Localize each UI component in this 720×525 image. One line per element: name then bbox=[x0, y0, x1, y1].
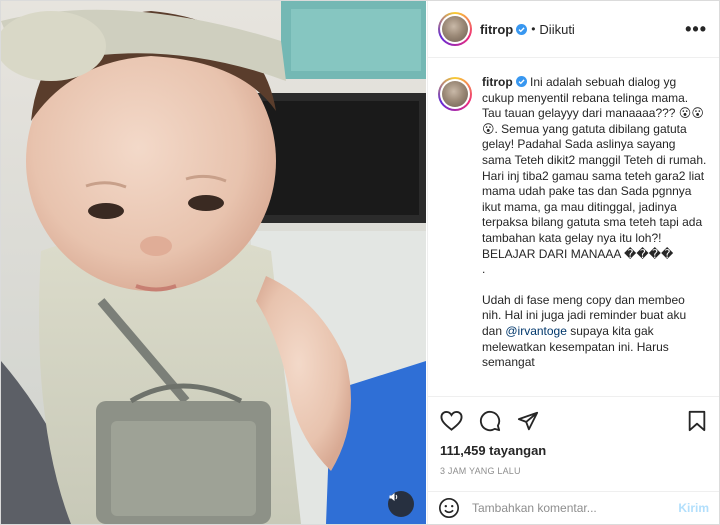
post-video[interactable] bbox=[1, 1, 426, 524]
share-icon bbox=[517, 411, 539, 431]
post-details-panel: fitrop • Diikuti ••• fitrop Ini adalah s… bbox=[427, 1, 719, 524]
comment-form: Kirim bbox=[428, 491, 719, 524]
post-header: fitrop • Diikuti ••• bbox=[428, 1, 719, 58]
sound-toggle-button[interactable] bbox=[388, 491, 414, 517]
action-icons bbox=[440, 409, 707, 433]
separator-dot: • bbox=[531, 22, 536, 36]
video-frame-illustration bbox=[1, 1, 426, 524]
share-button[interactable] bbox=[517, 410, 539, 432]
verified-icon bbox=[515, 76, 527, 87]
comment-button[interactable] bbox=[479, 410, 501, 432]
caption-username[interactable]: fitrop bbox=[482, 75, 513, 89]
action-bar: 111,459 tayangan 3 JAM YANG LALU bbox=[428, 396, 719, 491]
caption-paragraph-1: Ini adalah sebuah dialog yg cukup menyen… bbox=[482, 75, 707, 261]
comment-input[interactable] bbox=[472, 501, 679, 515]
like-icon bbox=[440, 410, 463, 431]
sound-icon bbox=[389, 493, 398, 501]
caption-area: fitrop Ini adalah sebuah dialog yg cukup… bbox=[428, 59, 719, 396]
save-icon bbox=[688, 410, 706, 432]
emoji-icon bbox=[439, 498, 459, 518]
view-count[interactable]: 111,459 tayangan bbox=[440, 443, 707, 458]
comment-icon bbox=[479, 410, 501, 432]
emoji-button[interactable] bbox=[438, 497, 460, 519]
caption-avatar[interactable] bbox=[438, 77, 472, 111]
follow-status[interactable]: Diikuti bbox=[539, 22, 574, 37]
post-username[interactable]: fitrop bbox=[480, 22, 528, 37]
username-text[interactable]: fitrop bbox=[480, 22, 513, 37]
avatar[interactable] bbox=[438, 12, 472, 46]
caption-paragraph-2: . bbox=[482, 262, 486, 277]
caption: fitrop Ini adalah sebuah dialog yg cukup… bbox=[438, 75, 707, 371]
save-button[interactable] bbox=[687, 410, 707, 432]
caption-text: fitrop Ini adalah sebuah dialog yg cukup… bbox=[482, 75, 707, 371]
post-timestamp[interactable]: 3 JAM YANG LALU bbox=[440, 466, 707, 476]
verified-icon bbox=[516, 23, 528, 35]
post-comment-button[interactable]: Kirim bbox=[678, 501, 709, 515]
caption-paragraph-3: Udah di fase meng copy dan membeo nih. H… bbox=[482, 293, 686, 369]
mention-link[interactable]: @irvantoge bbox=[505, 324, 567, 338]
more-options-icon[interactable]: ••• bbox=[685, 20, 709, 38]
like-button[interactable] bbox=[440, 410, 463, 432]
